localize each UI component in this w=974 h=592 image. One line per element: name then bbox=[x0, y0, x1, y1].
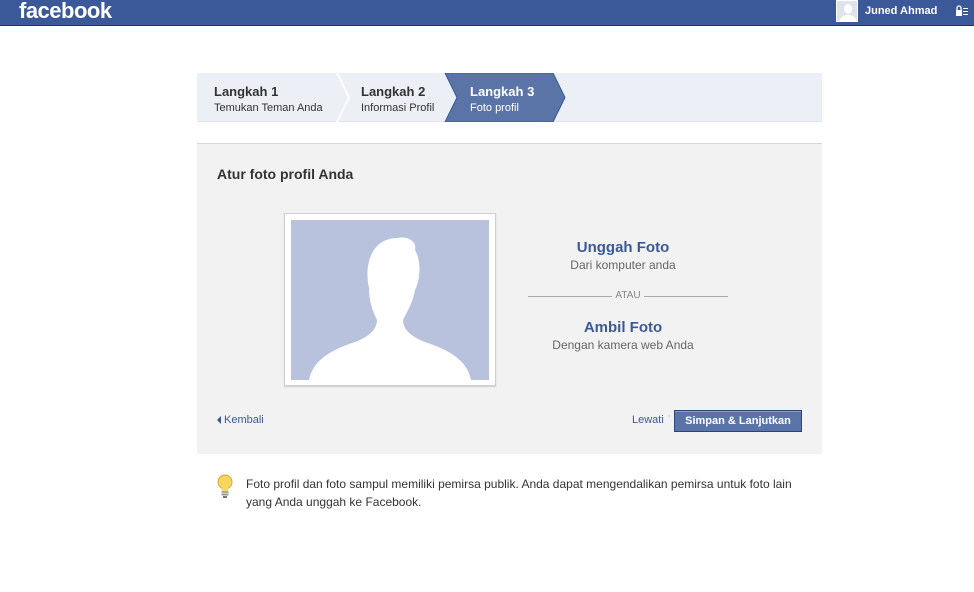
or-divider: ATAU bbox=[528, 289, 728, 303]
dot-separator-icon: · bbox=[668, 412, 671, 421]
upload-photo-option[interactable]: Unggah Foto Dari komputer anda bbox=[523, 239, 723, 272]
silhouette-icon bbox=[291, 220, 489, 380]
divider-line-right bbox=[644, 296, 728, 297]
take-photo-option[interactable]: Ambil Foto Dengan kamera web Anda bbox=[523, 319, 723, 352]
facebook-logo[interactable]: facebook bbox=[19, 0, 112, 24]
step-3-active: Langkah 3 Foto profil bbox=[470, 73, 534, 122]
avatar bbox=[836, 0, 858, 22]
user-profile-link[interactable]: Juned Ahmad bbox=[836, 0, 937, 22]
skip-link[interactable]: Lewati bbox=[632, 414, 664, 426]
top-bar: facebook Juned Ahmad bbox=[0, 0, 974, 26]
back-arrow-icon bbox=[217, 416, 221, 424]
upload-photo-subtitle: Dari komputer anda bbox=[570, 258, 676, 272]
back-label: Kembali bbox=[224, 414, 264, 426]
step-2-subtitle: Informasi Profil bbox=[361, 102, 435, 114]
lock-icon[interactable] bbox=[955, 5, 969, 17]
step-1: Langkah 1 Temukan Teman Anda bbox=[214, 73, 323, 122]
step-indicator: Langkah 1 Temukan Teman Anda Langkah 2 I… bbox=[197, 73, 822, 122]
step-1-title: Langkah 1 bbox=[214, 84, 279, 99]
back-link[interactable]: Kembali bbox=[217, 414, 264, 426]
panel-title: Atur foto profil Anda bbox=[217, 166, 354, 182]
profile-photo-placeholder bbox=[284, 213, 496, 386]
upload-photo-link[interactable]: Unggah Foto bbox=[523, 239, 723, 256]
take-photo-subtitle: Dengan kamera web Anda bbox=[552, 338, 694, 352]
take-photo-link[interactable]: Ambil Foto bbox=[523, 319, 723, 336]
privacy-info-text: Foto profil dan foto sampul memiliki pem… bbox=[246, 477, 792, 509]
profile-photo-panel: Atur foto profil Anda Unggah Foto Dari k… bbox=[197, 143, 822, 454]
step-3-subtitle: Foto profil bbox=[470, 102, 519, 114]
step-2-title: Langkah 2 bbox=[361, 84, 426, 99]
step-1-subtitle: Temukan Teman Anda bbox=[214, 102, 323, 114]
save-continue-button[interactable]: Simpan & Lanjutkan bbox=[674, 410, 802, 432]
user-name: Juned Ahmad bbox=[865, 5, 938, 17]
step-3-title: Langkah 3 bbox=[470, 84, 535, 99]
step-2: Langkah 2 Informasi Profil bbox=[361, 73, 434, 122]
lightbulb-icon bbox=[217, 474, 233, 498]
